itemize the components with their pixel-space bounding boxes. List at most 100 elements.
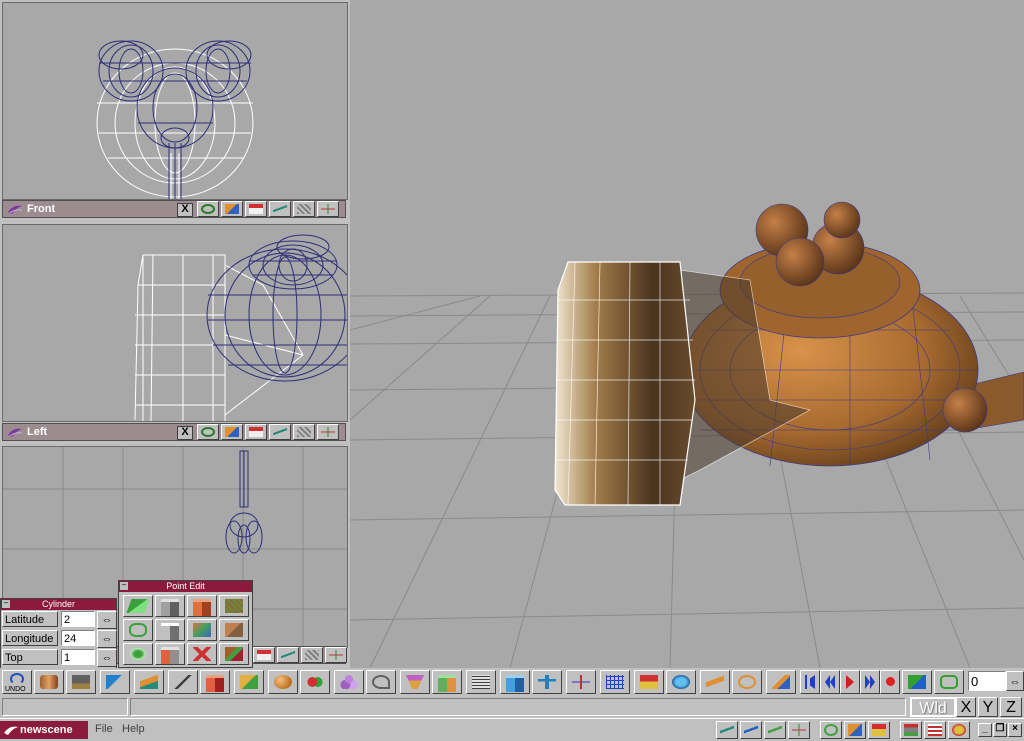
grid-view-button[interactable] xyxy=(301,647,323,663)
scene-tool-button[interactable] xyxy=(634,670,664,694)
point-edit-deform-button[interactable] xyxy=(187,619,217,641)
next-frame-button[interactable] xyxy=(860,670,880,694)
top-radius-field[interactable]: 1 xyxy=(61,649,95,665)
rotate-view-button[interactable] xyxy=(764,721,786,739)
perspective-view-button[interactable] xyxy=(277,647,299,663)
house-view-button[interactable] xyxy=(253,647,275,663)
point-edit-delete-button[interactable] xyxy=(187,643,217,665)
scale-tool-button[interactable] xyxy=(200,670,230,694)
loop-button[interactable] xyxy=(934,670,964,694)
object-tool-button[interactable] xyxy=(34,670,64,694)
pan-view-button[interactable] xyxy=(700,670,730,694)
perspective-view-button[interactable] xyxy=(716,721,738,739)
front-viewport[interactable] xyxy=(2,2,348,200)
axes-view-button[interactable] xyxy=(317,424,339,440)
record-button[interactable] xyxy=(880,670,900,694)
point-edit-wood-button[interactable] xyxy=(219,619,249,641)
undo-button[interactable]: UNDO xyxy=(2,670,32,694)
help-button[interactable] xyxy=(948,721,970,739)
keyframe-button[interactable] xyxy=(902,670,932,694)
scene-tab[interactable]: newscene xyxy=(0,721,88,739)
grid-view-button[interactable] xyxy=(293,424,315,440)
longitude-field[interactable]: 24 xyxy=(61,630,95,646)
trueSpace-logo-icon xyxy=(8,205,23,214)
camera-view-button[interactable] xyxy=(844,721,866,739)
select-arrow-button[interactable] xyxy=(100,670,130,694)
spline-tool-button[interactable] xyxy=(366,670,396,694)
axes-view-button[interactable] xyxy=(325,647,347,663)
latitude-stepper[interactable]: ⇔ xyxy=(97,611,117,629)
house-view-button[interactable] xyxy=(245,201,267,217)
globe-view-button[interactable] xyxy=(820,721,842,739)
point-edit-texture-button[interactable] xyxy=(219,595,249,617)
move-tool-button[interactable] xyxy=(134,670,164,694)
axes-view-button[interactable] xyxy=(788,721,810,739)
restore-window-button[interactable]: ❐ xyxy=(993,723,1007,737)
left-viewport[interactable] xyxy=(2,224,348,422)
axis-z-toggle[interactable]: Z xyxy=(1000,697,1022,717)
longitude-stepper[interactable]: ⇔ xyxy=(97,630,117,648)
help-menu[interactable]: Help xyxy=(122,723,145,735)
sweep-icon xyxy=(240,675,258,689)
first-frame-button[interactable] xyxy=(800,670,820,694)
close-icon[interactable]: X xyxy=(177,203,193,217)
move-view-button[interactable] xyxy=(221,201,243,217)
minimize-icon[interactable]: – xyxy=(120,581,128,590)
point-edit-vertex-button[interactable] xyxy=(155,619,185,641)
close-window-button[interactable]: × xyxy=(1008,723,1022,737)
grid-tool-button[interactable] xyxy=(600,670,630,694)
perspective-view-button[interactable] xyxy=(269,424,291,440)
grid-view-button[interactable] xyxy=(293,201,315,217)
coordinate-mode-button[interactable]: Wld xyxy=(910,697,956,717)
texture-icon xyxy=(225,599,243,613)
axis-y-toggle[interactable]: Y xyxy=(978,697,998,717)
orbit-view-button[interactable] xyxy=(732,670,762,694)
point-edit-panel: – Point Edit xyxy=(118,580,253,668)
figure-tool-button[interactable] xyxy=(532,670,562,694)
top-radius-stepper[interactable]: ⇔ xyxy=(97,649,117,667)
previous-frame-button[interactable] xyxy=(820,670,840,694)
play-button[interactable] xyxy=(840,670,860,694)
point-edit-points-button[interactable] xyxy=(123,595,153,617)
latitude-field[interactable]: 2 xyxy=(61,611,95,627)
close-icon[interactable]: X xyxy=(177,426,193,440)
file-menu[interactable]: File xyxy=(95,723,113,735)
point-edit-faces-button[interactable] xyxy=(187,595,217,617)
axis-x-toggle[interactable]: X xyxy=(956,697,976,717)
axes-view-button[interactable] xyxy=(317,201,339,217)
point-edit-select-button[interactable] xyxy=(123,643,153,665)
layout-button[interactable] xyxy=(900,721,922,739)
camera-tool-button[interactable] xyxy=(66,670,96,694)
rotate-tool-button[interactable] xyxy=(168,670,198,694)
minimize-window-button[interactable]: _ xyxy=(978,723,992,737)
move-view-button[interactable] xyxy=(221,424,243,440)
point-edit-solid-button[interactable] xyxy=(155,643,185,665)
list-tool-button[interactable] xyxy=(466,670,496,694)
point-edit-edges-button[interactable] xyxy=(155,595,185,617)
light-view-button[interactable] xyxy=(868,721,890,739)
perspective-view-button[interactable] xyxy=(269,201,291,217)
move-view-button[interactable] xyxy=(740,721,762,739)
funnel-tool-button[interactable] xyxy=(400,670,430,694)
rotate-view-button[interactable] xyxy=(197,424,219,440)
zoom-view-button[interactable] xyxy=(766,670,796,694)
axes-tool-button[interactable] xyxy=(566,670,596,694)
material-icon xyxy=(225,647,243,661)
perspective-viewport[interactable] xyxy=(350,0,1024,668)
sphere-tool-button[interactable] xyxy=(268,670,298,694)
house-view-button[interactable] xyxy=(245,424,267,440)
point-edit-move-button[interactable] xyxy=(123,619,153,641)
point-edit-material-button[interactable] xyxy=(219,643,249,665)
render-3d-button[interactable] xyxy=(666,670,696,694)
frame-number-field[interactable]: 0 xyxy=(968,671,1006,691)
box-tool-button[interactable] xyxy=(432,670,462,694)
scene-name: newscene xyxy=(20,724,73,736)
blob-tool-button[interactable] xyxy=(334,670,364,694)
frame-stepper[interactable]: ⇔ xyxy=(1006,671,1024,691)
rotate-view-button[interactable] xyxy=(197,201,219,217)
flag-button[interactable] xyxy=(924,721,946,739)
boolean-tool-button[interactable] xyxy=(300,670,330,694)
sweep-tool-button[interactable] xyxy=(234,670,264,694)
minimize-icon[interactable]: – xyxy=(2,599,10,608)
cube-tool-button[interactable] xyxy=(500,670,530,694)
